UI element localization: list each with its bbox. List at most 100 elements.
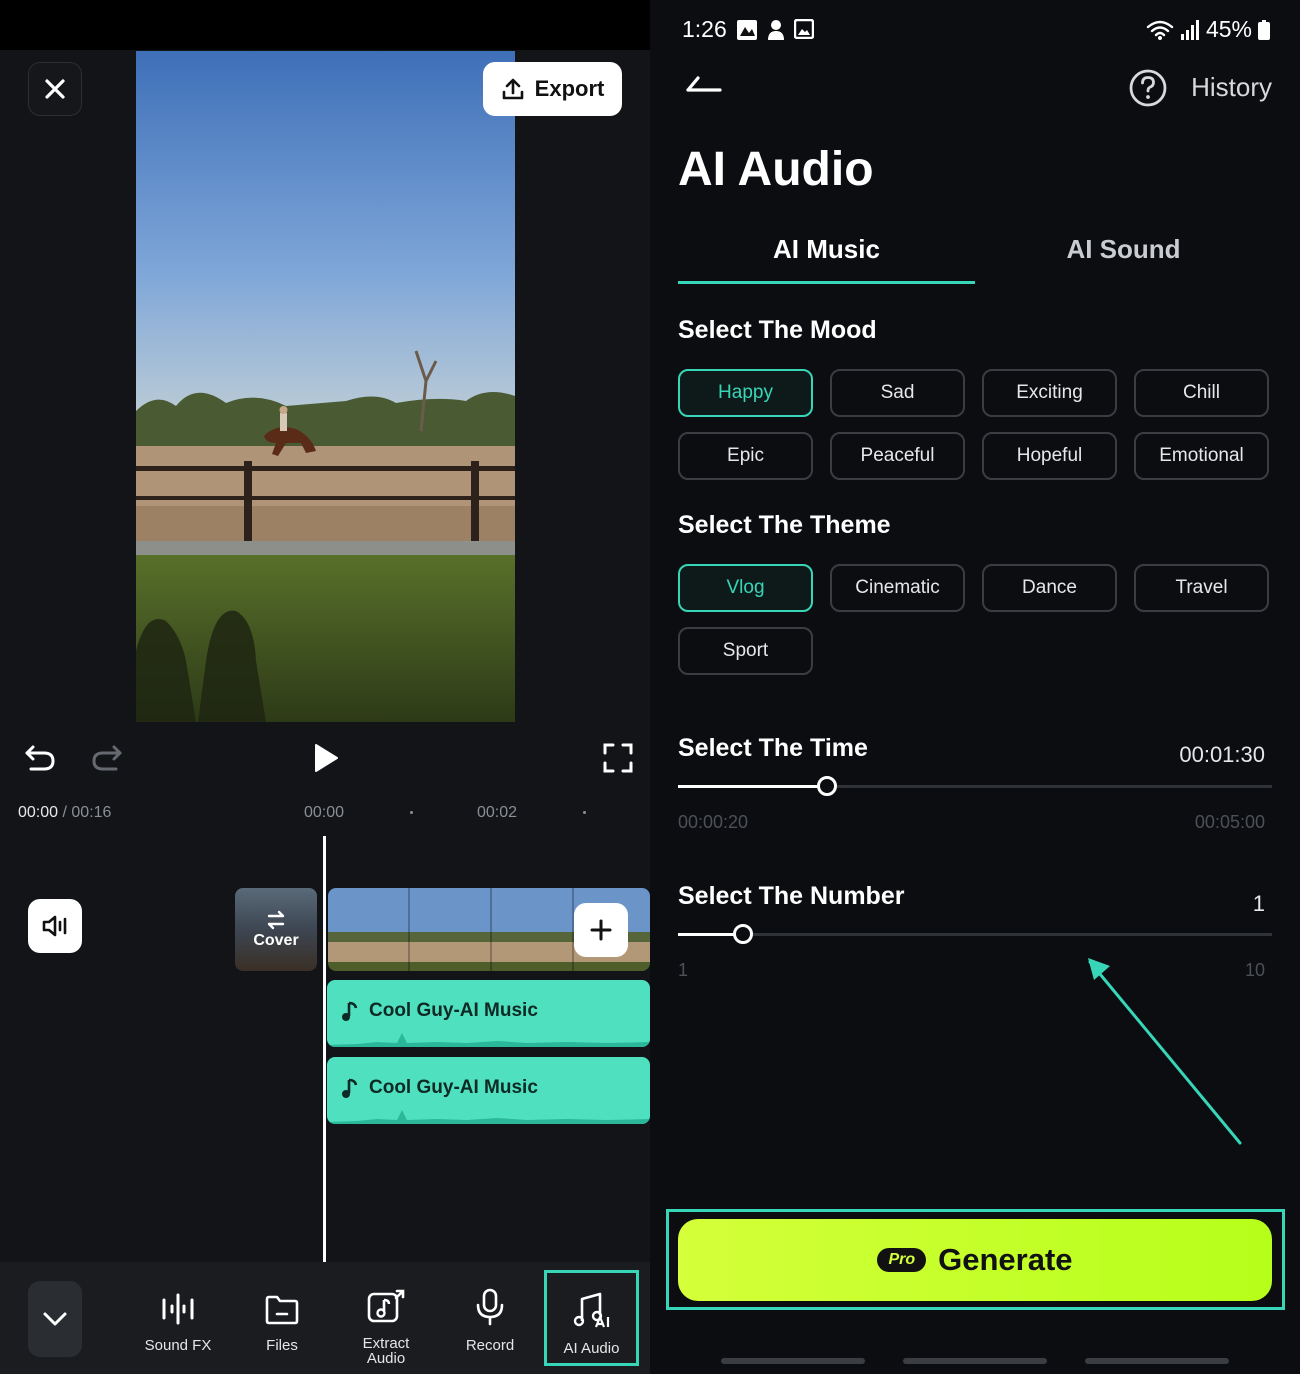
theme-chip-travel[interactable]: Travel	[1134, 564, 1269, 612]
number-value: 1	[1252, 891, 1265, 916]
time-value: 00:01:30	[1179, 742, 1265, 767]
time-readout: 00:00 / 00:16	[18, 804, 111, 822]
mood-chip-hopeful[interactable]: Hopeful	[982, 432, 1117, 480]
generate-button[interactable]: Pro Generate	[678, 1219, 1272, 1301]
time-slider-thumb[interactable]	[816, 776, 837, 796]
mood-chip-emotional[interactable]: Emotional	[1134, 432, 1269, 480]
battery-icon	[1258, 19, 1270, 40]
play-button[interactable]	[306, 738, 346, 778]
time-separator: /	[58, 804, 72, 821]
top-bar	[0, 0, 650, 50]
music-track[interactable]: Cool Guy-AI Music	[327, 1057, 650, 1124]
tool-files[interactable]: Files	[234, 1270, 330, 1366]
theme-chip-cinematic[interactable]: Cinematic	[830, 564, 965, 612]
help-button[interactable]	[1128, 68, 1168, 113]
mood-section-title: Select The Mood	[678, 316, 877, 344]
theme-chip-sport[interactable]: Sport	[678, 627, 813, 675]
theme-section-title: Select The Theme	[678, 511, 891, 539]
playhead[interactable]	[323, 836, 326, 1264]
upload-icon	[502, 78, 523, 100]
chevron-down-icon	[43, 1312, 67, 1326]
export-button[interactable]: Export	[483, 62, 622, 116]
tool-label: Sound FX	[144, 1337, 212, 1354]
mood-chip-happy[interactable]: Happy	[678, 369, 813, 417]
plus-icon	[590, 919, 612, 941]
time-min-label: 00:00:20	[678, 812, 749, 832]
tool-ai-audio[interactable]: AI Audio	[544, 1270, 639, 1366]
tab-ai-sound[interactable]: AI Sound	[975, 234, 1272, 265]
music-track[interactable]: Cool Guy-AI Music	[327, 980, 650, 1047]
tool-record[interactable]: Record	[442, 1270, 538, 1366]
video-preview[interactable]	[136, 51, 515, 722]
ai-audio-icon	[573, 1292, 609, 1328]
notification-icons	[736, 19, 814, 41]
wifi-icon	[1146, 20, 1174, 40]
battery-percent: 45%	[1205, 16, 1252, 42]
nav-bar-segment	[1085, 1358, 1229, 1364]
app-notification-icon	[768, 20, 784, 40]
active-tab-indicator	[678, 281, 975, 284]
image-notification-icon	[794, 19, 814, 39]
annotation-arrow	[1088, 958, 1242, 1145]
redo-button[interactable]	[87, 738, 127, 778]
tab-ai-music[interactable]: AI Music	[678, 234, 975, 265]
undo-button[interactable]	[20, 738, 60, 778]
mood-chip-epic[interactable]: Epic	[678, 432, 813, 480]
current-time: 00:00	[18, 804, 59, 821]
tool-label: Files	[266, 1337, 298, 1354]
close-button[interactable]	[28, 62, 82, 116]
waveform	[327, 1110, 650, 1124]
nav-bar-segment	[721, 1358, 865, 1364]
number-slider-thumb[interactable]	[733, 924, 754, 944]
theme-chip-dance[interactable]: Dance	[982, 564, 1117, 612]
time-section-title: Select The Time	[678, 734, 868, 762]
status-indicators: 45%	[1146, 16, 1270, 43]
collapse-toolbar-button[interactable]	[28, 1281, 82, 1357]
music-note-icon	[342, 1078, 358, 1098]
folder-icon	[265, 1295, 299, 1325]
video-editor-panel: Export 00:00 / 00:16 00:00 00:02 Cover C…	[0, 0, 650, 1374]
fullscreen-button[interactable]	[598, 738, 638, 778]
page-title: AI Audio	[678, 143, 874, 196]
sound-fx-icon	[162, 1293, 194, 1325]
play-icon	[315, 744, 338, 772]
history-button[interactable]: History	[1191, 72, 1272, 103]
ai-audio-panel: 1:26 45% History AI Audio AI Music AI So…	[650, 0, 1300, 1374]
gallery-notification-icon	[737, 20, 757, 40]
theme-chip-vlog[interactable]: Vlog	[678, 564, 813, 612]
extract-audio-icon	[367, 1289, 405, 1323]
track-label-wrap: Cool Guy-AI Music	[341, 1000, 538, 1022]
export-label: Export	[534, 76, 605, 101]
signal-icon	[1180, 19, 1199, 40]
ruler-label: 00:00	[304, 804, 345, 821]
generate-label: Generate	[938, 1242, 1073, 1277]
nav-bar-segment	[903, 1358, 1047, 1364]
ruler-tick	[583, 811, 586, 814]
mood-chip-chill[interactable]: Chill	[1134, 369, 1269, 417]
help-icon	[1129, 69, 1167, 107]
mood-chip-peaceful[interactable]: Peaceful	[830, 432, 965, 480]
time-max-label: 00:05:00	[1194, 812, 1265, 832]
number-slider-track[interactable]	[678, 933, 1272, 936]
ruler-tick	[410, 811, 413, 814]
track-label-wrap: Cool Guy-AI Music	[341, 1077, 538, 1099]
back-button[interactable]	[684, 70, 724, 103]
tool-sound-fx[interactable]: Sound FX	[130, 1270, 226, 1366]
time-slider-fill	[678, 785, 827, 788]
mute-clip-audio-button[interactable]	[28, 899, 82, 953]
mood-chip-sad[interactable]: Sad	[830, 369, 965, 417]
close-icon	[45, 79, 65, 99]
total-time: 00:16	[71, 804, 112, 821]
mood-chip-exciting[interactable]: Exciting	[982, 369, 1117, 417]
track-label: Cool Guy-AI Music	[369, 1000, 538, 1021]
cover-button[interactable]: Cover	[235, 888, 317, 971]
number-section-title: Select The Number	[678, 882, 905, 910]
add-clip-button[interactable]	[574, 903, 628, 957]
cover-label: Cover	[253, 931, 299, 949]
tool-label: Record	[465, 1337, 515, 1354]
speaker-icon	[42, 915, 67, 937]
swap-icon	[267, 910, 285, 929]
tool-extract-audio[interactable]: Extract Audio	[338, 1270, 434, 1366]
ruler-label: 00:02	[477, 804, 518, 821]
tool-label: AI Audio	[563, 1340, 620, 1357]
